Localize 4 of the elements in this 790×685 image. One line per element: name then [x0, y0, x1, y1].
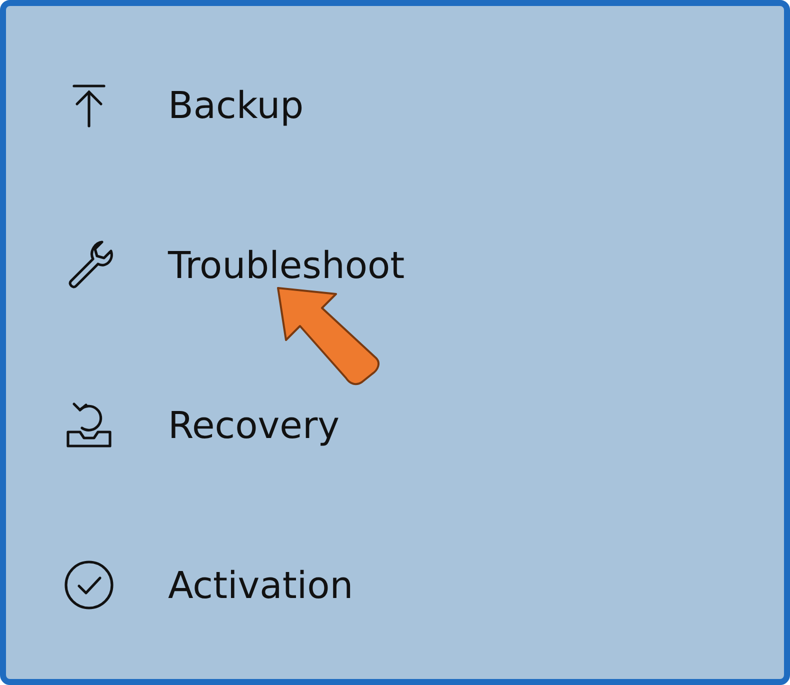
menu-item[interactable]: Troubleshoot: [168, 244, 405, 286]
menu-item[interactable]: Recovery: [168, 404, 340, 446]
menu-item[interactable]: Activation: [168, 564, 354, 606]
menu-item[interactable]: Backup: [168, 84, 304, 126]
